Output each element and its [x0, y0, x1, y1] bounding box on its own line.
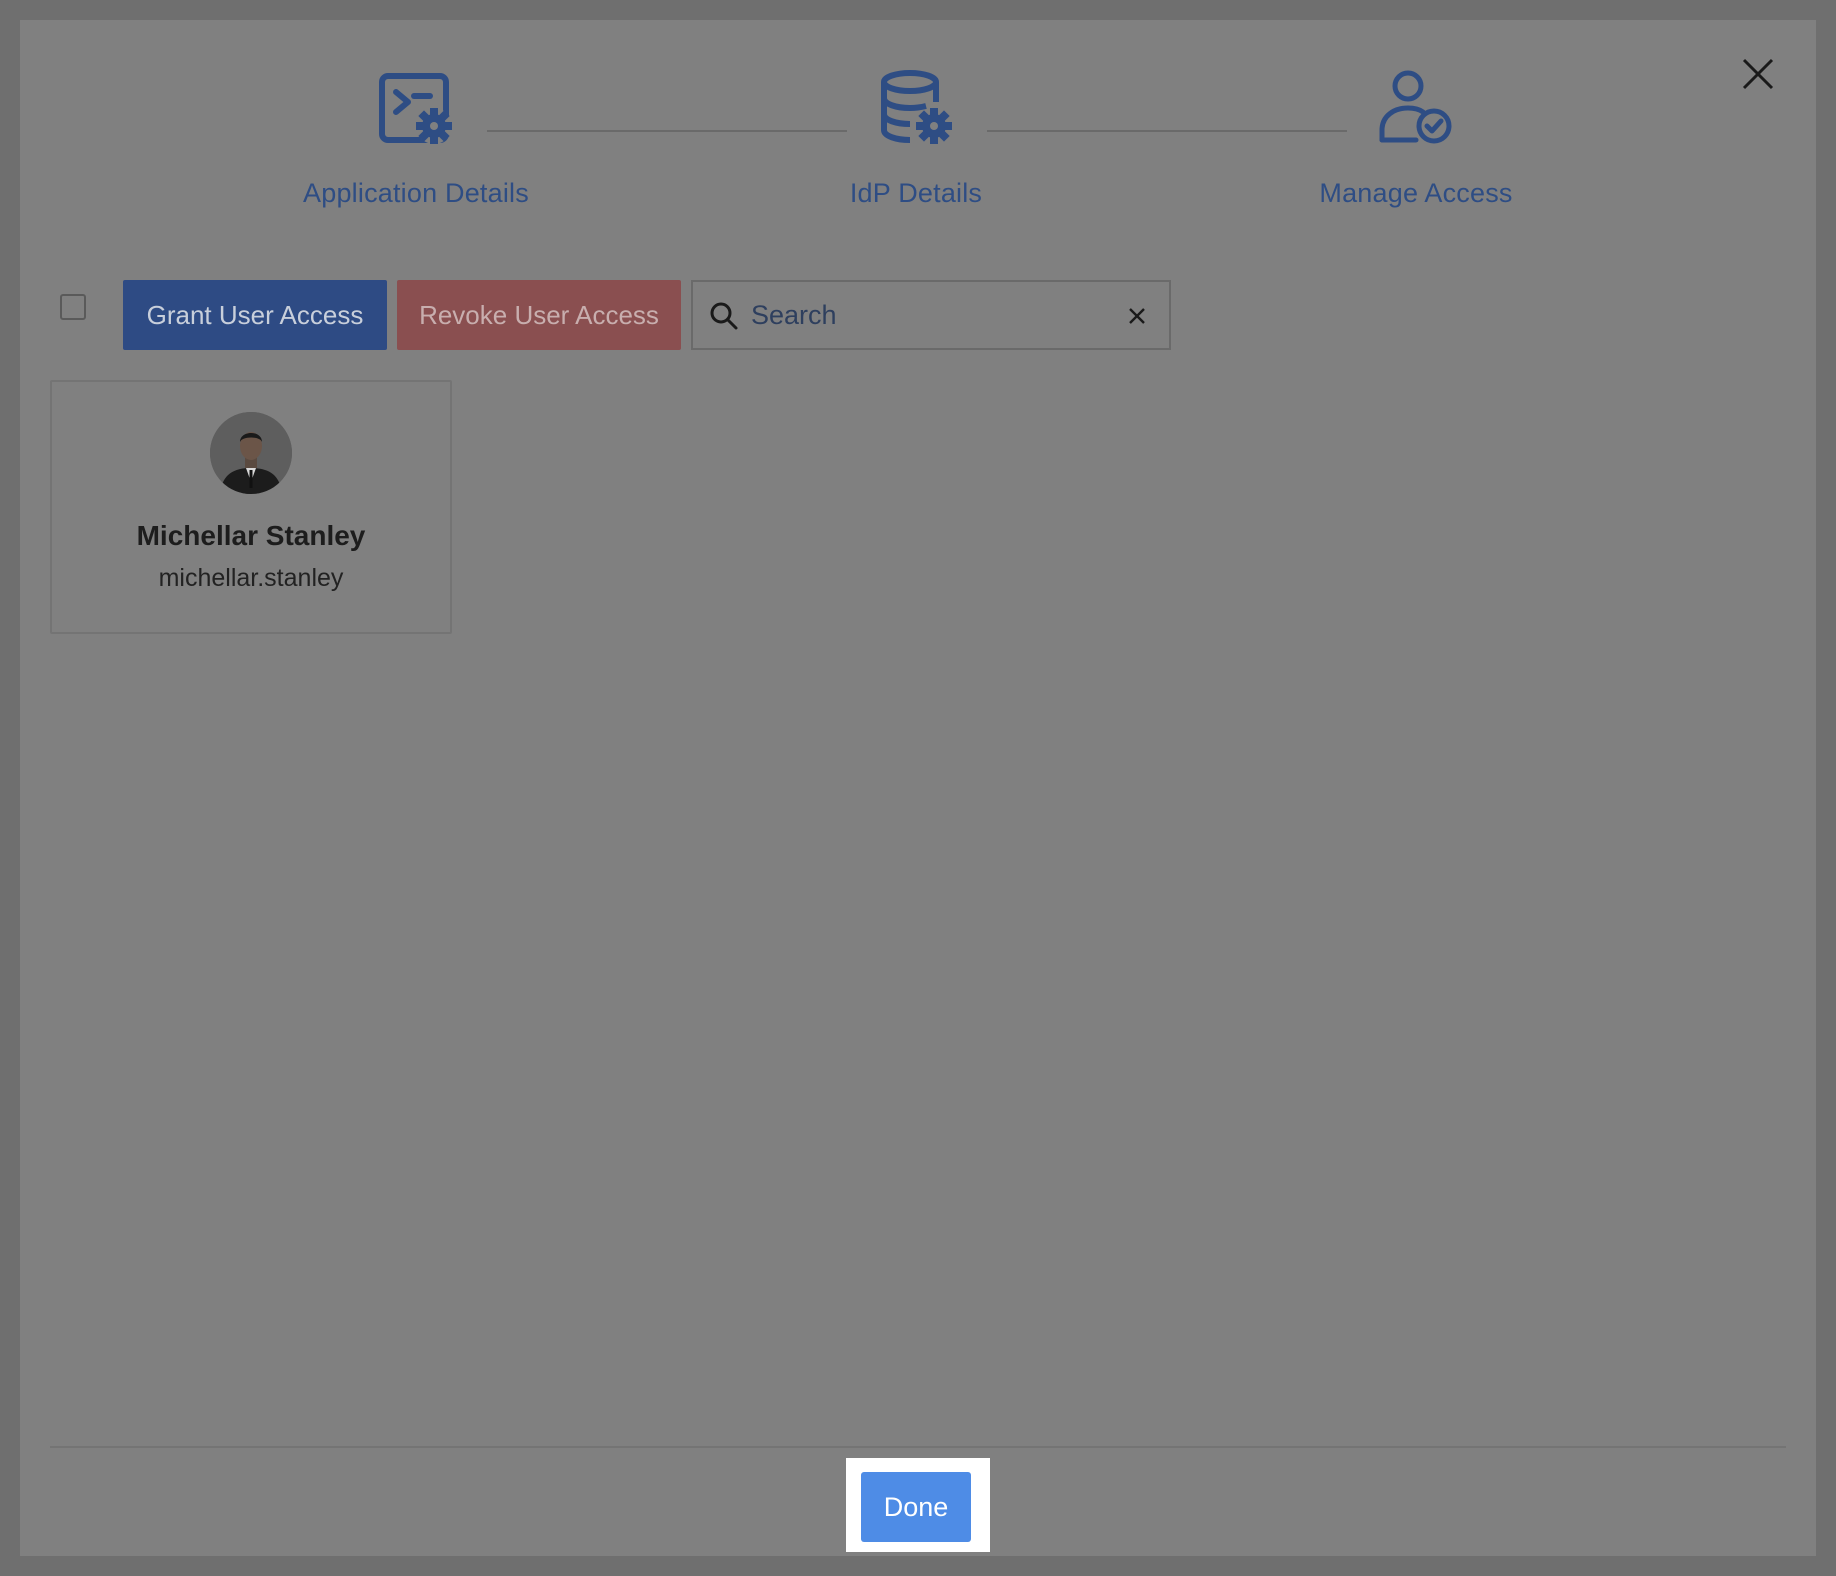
done-button[interactable]: Done: [861, 1472, 971, 1542]
done-button-highlight: Done: [846, 1458, 990, 1552]
select-all-checkbox[interactable]: [60, 294, 86, 320]
application-settings-icon: [376, 68, 456, 148]
revoke-user-access-button[interactable]: Revoke User Access: [397, 280, 681, 350]
step-manage-access[interactable]: Manage Access: [1246, 68, 1586, 209]
avatar: [210, 412, 292, 494]
user-username: michellar.stanley: [158, 564, 344, 592]
search-icon: [709, 301, 739, 331]
user-card[interactable]: Michellar Stanley michellar.stanley: [50, 380, 452, 634]
manage-access-modal: Application Details IdP Details Manage A…: [20, 20, 1816, 1556]
search-placeholder: Search: [751, 300, 837, 330]
user-name: Michellar Stanley: [136, 520, 366, 551]
footer-divider: [50, 1446, 1786, 1448]
step-idp-details[interactable]: IdP Details: [746, 68, 1086, 209]
database-settings-icon: [876, 68, 956, 148]
progress-stepper: Application Details IdP Details Manage A…: [20, 68, 1816, 268]
step-label: Manage Access: [1319, 178, 1513, 208]
step-label: IdP Details: [849, 178, 983, 208]
step-label: Application Details: [303, 178, 529, 208]
step-application-details[interactable]: Application Details: [246, 68, 586, 209]
clear-search-icon[interactable]: [1127, 306, 1147, 326]
grant-user-access-button[interactable]: Grant User Access: [123, 280, 387, 350]
search-input[interactable]: Search: [691, 280, 1171, 350]
user-check-icon: [1376, 68, 1456, 148]
